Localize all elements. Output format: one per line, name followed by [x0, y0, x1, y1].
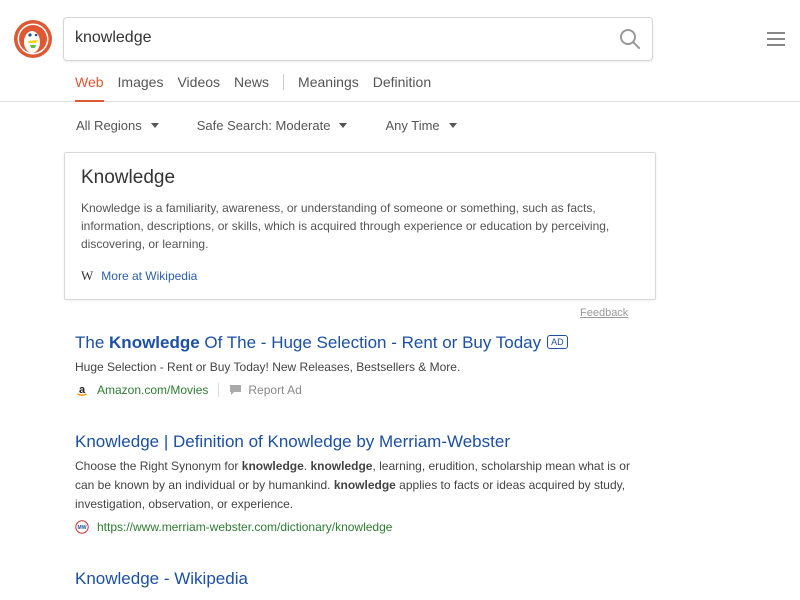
infobox-abstract: Knowledge is a familiarity, awareness, o…: [81, 201, 610, 251]
search-input[interactable]: [75, 18, 595, 58]
knowledge-infobox: Knowledge Knowledge is a familiarity, aw…: [64, 152, 656, 300]
search-icon[interactable]: [618, 27, 642, 51]
wikipedia-icon: W: [81, 268, 94, 283]
merriam-webster-favicon-icon: MW: [75, 520, 89, 534]
header: Web Images Videos News Meanings Definiti…: [0, 0, 800, 102]
more-link-label: More at Wikipedia: [101, 269, 198, 283]
safe-search-dropdown[interactable]: Safe Search: Moderate: [197, 118, 348, 133]
infobox-title: Knowledge: [81, 167, 176, 188]
result-snippet: Choose the Right Synonym for knowledge. …: [75, 459, 630, 511]
result-url-row: MW https://www.merriam-webster.com/dicti…: [75, 520, 645, 534]
tab-meanings[interactable]: Meanings: [298, 72, 359, 101]
result-url-row: a Amazon.com/Movies Report Ad: [75, 383, 645, 397]
report-ad-label: Report Ad: [248, 383, 302, 397]
report-ad-button[interactable]: Report Ad: [229, 383, 302, 397]
result-url[interactable]: Amazon.com/Movies: [97, 383, 208, 397]
caret-down-icon: [448, 123, 457, 128]
amazon-favicon-icon: a: [75, 383, 89, 397]
result-title-link[interactable]: Knowledge | Definition of Knowledge by M…: [75, 432, 645, 452]
filter-bar: All Regions Safe Search: Moderate Any Ti…: [76, 118, 495, 133]
search-result: Knowledge - Wikipedia: [75, 569, 645, 589]
svg-text:MW: MW: [78, 525, 87, 531]
caret-down-icon: [339, 123, 348, 128]
search-tabs: Web Images Videos News Meanings Definiti…: [75, 72, 445, 102]
tab-images[interactable]: Images: [118, 72, 164, 101]
region-filter-dropdown[interactable]: All Regions: [76, 118, 159, 133]
divider: [218, 383, 220, 397]
tab-news[interactable]: News: [234, 72, 269, 101]
result-title-link[interactable]: The Knowledge Of The - Huge Selection - …: [75, 333, 645, 353]
time-filter-label: Any Time: [385, 118, 440, 133]
speech-bubble-icon: [230, 385, 242, 395]
ad-badge: AD: [547, 335, 568, 349]
more-at-wikipedia-link[interactable]: W More at Wikipedia: [81, 268, 197, 284]
region-filter-label: All Regions: [76, 118, 142, 133]
tab-web[interactable]: Web: [75, 72, 104, 102]
result-snippet: Huge Selection - Rent or Buy Today! New …: [75, 360, 461, 374]
hamburger-menu-icon[interactable]: [767, 32, 785, 46]
search-result: Knowledge | Definition of Knowledge by M…: [75, 432, 645, 534]
safe-search-label: Safe Search: Moderate: [196, 118, 331, 133]
result-title-link[interactable]: Knowledge - Wikipedia: [75, 569, 645, 589]
search-box: [63, 17, 653, 61]
search-result-ad: The Knowledge Of The - Huge Selection - …: [75, 333, 645, 397]
tab-divider: [283, 74, 285, 90]
caret-down-icon: [150, 123, 159, 128]
tab-videos[interactable]: Videos: [177, 72, 220, 101]
tab-definition[interactable]: Definition: [373, 72, 431, 101]
time-filter-dropdown[interactable]: Any Time: [385, 118, 457, 133]
feedback-link[interactable]: Feedback: [580, 307, 628, 319]
result-url[interactable]: https://www.merriam-webster.com/dictiona…: [97, 520, 392, 534]
duckduckgo-logo-icon[interactable]: [14, 20, 52, 58]
